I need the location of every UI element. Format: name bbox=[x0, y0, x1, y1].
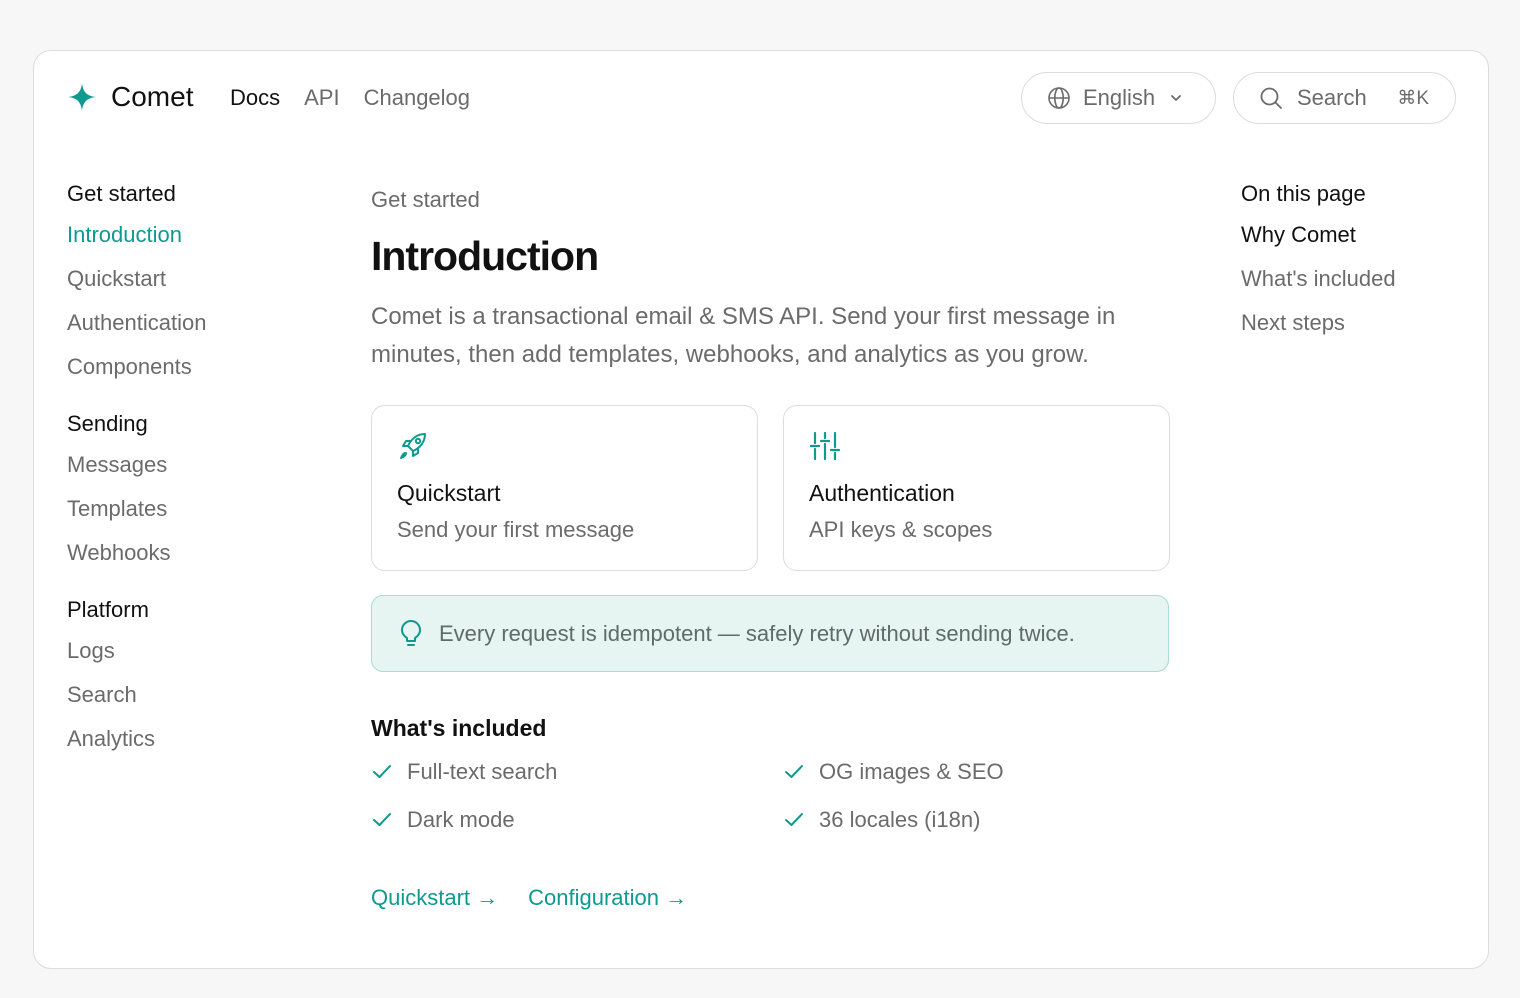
sidebar-item-authentication[interactable]: Authentication bbox=[67, 301, 317, 345]
toc-item-next-steps[interactable]: Next steps bbox=[1241, 301, 1461, 345]
sidebar-item-logs[interactable]: Logs bbox=[67, 629, 317, 673]
brand-logo[interactable]: Comet bbox=[67, 81, 193, 113]
rocket-icon bbox=[400, 433, 426, 459]
included-item: Full-text search bbox=[371, 759, 557, 785]
sidebar-item-templates[interactable]: Templates bbox=[67, 487, 317, 531]
sliders-icon bbox=[809, 431, 841, 461]
check-icon bbox=[785, 765, 803, 778]
brand-name: Comet bbox=[111, 81, 194, 112]
page-lead: Comet is a transactional email & SMS API… bbox=[371, 303, 1116, 368]
check-icon bbox=[373, 813, 391, 826]
sidebar-item-analytics[interactable]: Analytics bbox=[67, 717, 317, 761]
configuration-link[interactable]: Configuration → bbox=[528, 885, 687, 911]
included-item-label: 36 locales (i18n) bbox=[819, 807, 981, 832]
sidebar-section-title: Sending bbox=[67, 411, 148, 436]
card-description: Send your first message bbox=[397, 517, 635, 542]
nav-docs[interactable]: Docs bbox=[230, 85, 280, 111]
sidebar-item-introduction[interactable]: Introduction bbox=[67, 213, 317, 257]
sidebar-item-quickstart[interactable]: Quickstart bbox=[67, 257, 317, 301]
sidebar-section-title: Platform bbox=[67, 597, 149, 622]
check-icon bbox=[373, 765, 391, 778]
sidebar-item-components[interactable]: Components bbox=[67, 345, 317, 389]
search-label: Search bbox=[1297, 85, 1367, 110]
included-item-label: OG images & SEO bbox=[819, 759, 1004, 784]
included-item-label: Full-text search bbox=[407, 759, 558, 784]
included-item: Dark mode bbox=[371, 807, 515, 833]
toc-title: On this page bbox=[1241, 181, 1366, 206]
sidebar-section-title: Get started bbox=[67, 181, 176, 206]
tip-callout: Every request is idempotent — safely ret… bbox=[371, 595, 1169, 672]
top-nav: Docs API Changelog bbox=[230, 85, 470, 111]
sparkle-icon bbox=[68, 83, 96, 111]
quickstart-link[interactable]: Quickstart → bbox=[371, 885, 498, 911]
included-item: 36 locales (i18n) bbox=[783, 807, 980, 833]
callout-text: Every request is idempotent — safely ret… bbox=[439, 620, 1075, 646]
included-heading: What's included bbox=[371, 715, 547, 741]
toc-item-whats-included[interactable]: What's included bbox=[1241, 257, 1461, 301]
included-item-label: Dark mode bbox=[407, 807, 515, 832]
lightbulb-icon bbox=[401, 619, 421, 646]
table-of-contents: On this page Why Comet What's included N… bbox=[1241, 179, 1461, 345]
quickstart-card[interactable]: Quickstart Send your first message bbox=[371, 405, 758, 571]
sidebar-item-search[interactable]: Search bbox=[67, 673, 317, 717]
page-title: Introduction bbox=[371, 233, 599, 279]
language-label: English bbox=[1083, 85, 1156, 110]
card-title: Authentication bbox=[809, 480, 955, 506]
search-button[interactable]: Search ⌘K bbox=[1233, 72, 1456, 124]
breadcrumb: Get started bbox=[371, 187, 480, 212]
sidebar: Get started Introduction Quickstart Auth… bbox=[67, 179, 317, 781]
card-title: Quickstart bbox=[397, 480, 501, 506]
next-links: Quickstart → Configuration → bbox=[371, 885, 687, 911]
nav-changelog[interactable]: Changelog bbox=[364, 85, 470, 111]
language-selector[interactable]: English bbox=[1021, 72, 1216, 124]
nav-api[interactable]: API bbox=[304, 85, 339, 111]
globe-icon bbox=[1048, 87, 1070, 109]
sidebar-item-webhooks[interactable]: Webhooks bbox=[67, 531, 317, 575]
toc-item-why-comet[interactable]: Why Comet bbox=[1241, 213, 1461, 257]
docs-window: Comet Docs API Changelog English Search … bbox=[33, 50, 1489, 969]
search-icon bbox=[1260, 87, 1282, 109]
authentication-card[interactable]: Authentication API keys & scopes bbox=[783, 405, 1170, 571]
sidebar-item-messages[interactable]: Messages bbox=[67, 443, 317, 487]
check-icon bbox=[785, 813, 803, 826]
chevron-down-icon bbox=[1169, 91, 1183, 105]
card-description: API keys & scopes bbox=[809, 517, 993, 542]
card-grid: Quickstart Send your first message Authe… bbox=[371, 405, 1170, 571]
included-item: OG images & SEO bbox=[783, 759, 1004, 785]
main-content: Get started Introduction Comet is a tran… bbox=[371, 187, 1171, 910]
search-shortcut: ⌘K bbox=[1397, 87, 1429, 109]
